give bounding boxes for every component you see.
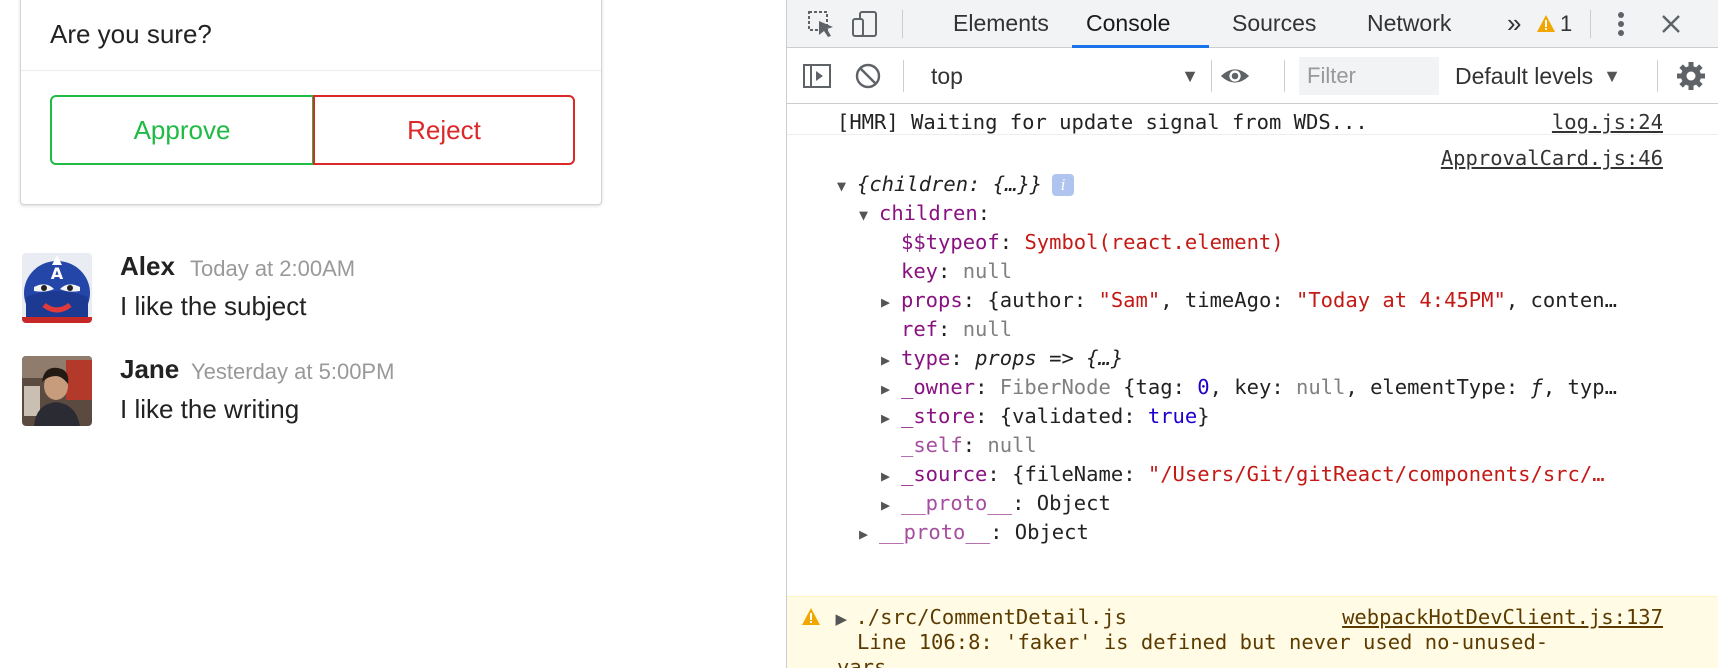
approval-card: Are you sure? Approve Reject <box>20 0 602 205</box>
eye-icon[interactable] <box>1219 60 1251 92</box>
expand-triangle-icon: ▼ <box>859 206 869 224</box>
warning-message-wrap: vars <box>837 655 887 668</box>
console-message: [HMR] Waiting for update signal from WDS… <box>837 110 1368 134</box>
object-prop[interactable]: ▶ type: props => {…} <box>881 346 1123 370</box>
devtools-panel: Elements Console Sources Network » 1 top… <box>786 0 1718 668</box>
object-prop[interactable]: ▼ children: <box>859 201 990 225</box>
approve-button[interactable]: Approve <box>50 95 314 165</box>
object-prop[interactable]: ▶ props: {author: "Sam", timeAgo: "Today … <box>881 288 1617 312</box>
context-selector[interactable]: top ▼ <box>931 60 1199 92</box>
expand-triangle-icon: ▶ <box>881 293 891 311</box>
person-photo-avatar[interactable] <box>22 356 92 426</box>
app-panel: Are you sure? Approve Reject A Alex Toda… <box>0 0 786 668</box>
console-source-link[interactable]: webpackHotDevClient.js:137 <box>1342 605 1663 629</box>
sidebar-toggle-icon[interactable] <box>801 60 833 92</box>
warning-message: Line 106:8: 'faker' is defined but never… <box>857 630 1549 654</box>
console-output: [HMR] Waiting for update signal from WDS… <box>787 104 1718 668</box>
tab-sources[interactable]: Sources <box>1232 0 1316 47</box>
log-levels-label: Default levels <box>1455 62 1594 89</box>
object-prop: key: null <box>901 259 1013 283</box>
inspect-element-icon[interactable] <box>805 8 837 40</box>
object-prop: $$typeof: Symbol(react.element) <box>901 230 1284 254</box>
info-icon[interactable]: i <box>1052 174 1075 196</box>
tab-console[interactable]: Console <box>1086 0 1170 47</box>
context-value: top <box>931 62 963 89</box>
chevron-double-right-icon[interactable]: » <box>1507 0 1521 47</box>
expand-triangle-icon: ▶ <box>881 409 891 427</box>
comment-time: Yesterday at 5:00PM <box>191 359 395 384</box>
expand-triangle-icon: ▶ <box>881 467 891 485</box>
warning-icon <box>1537 14 1555 32</box>
expand-triangle-icon: ▶ <box>835 611 847 628</box>
reject-button[interactable]: Reject <box>313 95 575 165</box>
object-prop[interactable]: ▶ _store: {validated: true} <box>881 404 1210 428</box>
console-row-divider <box>787 134 1718 135</box>
expand-triangle-icon: ▶ <box>881 380 891 398</box>
toolbar-separator <box>1284 60 1285 92</box>
console-source-link[interactable]: ApprovalCard.js:46 <box>1441 146 1663 170</box>
console-warning: ▶ ./src/CommentDetail.js webpackHotDevCli… <box>787 596 1718 668</box>
toolbar-separator <box>1590 10 1591 38</box>
comment-text: I like the writing <box>120 394 300 424</box>
tab-network[interactable]: Network <box>1367 0 1451 47</box>
object-prop: _self: null <box>901 433 1037 457</box>
toolbar-separator <box>1657 60 1658 92</box>
object-root[interactable]: ▼ {children: {…}} i <box>837 172 1075 196</box>
object-prop[interactable]: ▶ _source: {fileName: "/Users/Git/gitReac… <box>881 462 1605 486</box>
toolbar-separator <box>902 10 903 38</box>
tab-elements[interactable]: Elements <box>953 0 1049 47</box>
warning-count: 1 <box>1560 10 1573 36</box>
device-toggle-icon[interactable] <box>849 8 881 40</box>
comment-author[interactable]: Jane <box>120 354 179 385</box>
object-prop[interactable]: ▶ __proto__: Object <box>859 520 1089 544</box>
filter-input[interactable] <box>1299 57 1439 95</box>
object-prop[interactable]: ▶ __proto__: Object <box>881 491 1111 515</box>
object-prop: ref: null <box>901 317 1013 341</box>
comment-text: I like the subject <box>120 291 307 321</box>
caret-down-icon: ▼ <box>1603 65 1621 86</box>
expand-triangle-icon: ▶ <box>881 496 891 514</box>
svg-text:A: A <box>51 264 64 283</box>
toolbar-separator <box>1211 60 1212 92</box>
card-divider <box>21 70 601 71</box>
log-levels-dropdown[interactable]: Default levels ▼ <box>1455 60 1621 92</box>
captain-america-avatar[interactable]: A <box>22 253 92 323</box>
toolbar-separator <box>903 60 904 92</box>
object-prop[interactable]: ▶ _owner: FiberNode {tag: 0, key: null, e… <box>881 375 1617 399</box>
expand-triangle-icon: ▼ <box>837 177 847 195</box>
clear-console-icon[interactable] <box>852 60 884 92</box>
console-toolbar: top ▼ Default levels ▼ <box>787 48 1718 104</box>
comment-author[interactable]: Alex <box>120 251 175 282</box>
devtools-tabbar: Elements Console Sources Network » 1 <box>787 0 1718 48</box>
caret-down-icon: ▼ <box>1181 66 1199 86</box>
gear-icon[interactable] <box>1675 60 1707 92</box>
warnings-counter[interactable]: 1 <box>1536 0 1572 47</box>
close-icon[interactable] <box>1655 8 1687 40</box>
warning-icon <box>802 608 820 625</box>
expand-triangle-icon: ▶ <box>881 351 891 369</box>
comment-time: Today at 2:00AM <box>190 256 356 281</box>
approval-question: Are you sure? <box>50 19 212 49</box>
more-options-icon[interactable] <box>1605 8 1637 40</box>
console-source-link[interactable]: log.js:24 <box>1552 110 1663 134</box>
expand-triangle-icon: ▶ <box>859 525 869 543</box>
warning-header[interactable]: ▶ ./src/CommentDetail.js <box>801 605 1127 629</box>
